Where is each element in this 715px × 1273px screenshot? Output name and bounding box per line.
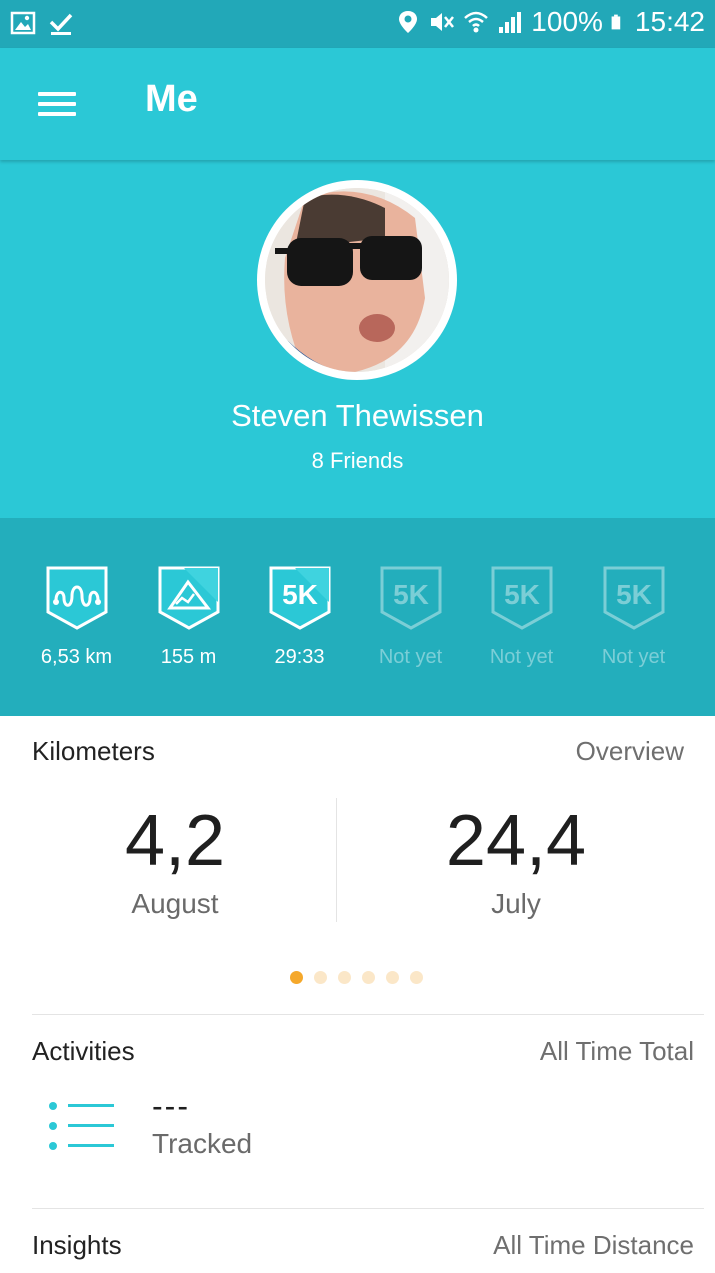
avatar[interactable] [257,180,457,380]
stat-divider [336,798,337,922]
badge-5k-text: 5K [504,579,540,610]
page-dot[interactable] [386,971,399,984]
insights-title: Insights [32,1230,122,1260]
all-time-total-link[interactable]: All Time Total [540,1036,694,1067]
badge-5k-locked[interactable]: 5K Not yet [578,562,689,669]
badge-elevation[interactable]: 155 m [133,562,244,669]
5k-badge-icon: 5K [380,566,441,630]
check-icon [49,13,73,35]
all-time-distance-link[interactable]: All Time Distance [493,1230,694,1261]
page-indicator [290,971,423,984]
status-bar: 100% 15:42 [0,0,715,48]
badge-label: 6,53 km [40,646,113,668]
wifi-icon [464,11,489,33]
page-dot[interactable] [314,971,327,984]
activities-title: Activities [32,1036,135,1066]
battery-percentage: 100% [531,6,603,37]
hamburger-menu-icon[interactable] [30,82,82,126]
5k-badge-icon: 5K [603,566,664,630]
badge-5k-text: 5K [393,579,429,610]
page-dot[interactable] [290,971,303,984]
clock: 15:42 [634,6,705,37]
avatar-photo [265,188,449,372]
stat-value-previous-month: 24,4 [445,801,587,881]
profile-header: Steven Thewissen 8 Friends [0,160,715,518]
distance-badge-icon [46,566,107,630]
image-icon [10,11,36,35]
app-bar: Me [0,48,715,160]
section-divider [32,1208,704,1209]
battery-icon [611,14,621,30]
page-dot[interactable] [362,971,375,984]
list-icon [49,1102,114,1150]
stat-label-current-month: August [131,888,219,919]
page-dot[interactable] [338,971,351,984]
5k-badge-icon: 5K [269,566,330,630]
badge-label: Not yet [601,646,666,668]
profile-name: Steven Thewissen [231,398,484,433]
stat-label-previous-month: July [491,888,541,919]
page-dot[interactable] [410,971,423,984]
signal-icon [499,12,522,33]
overview-link[interactable]: Overview [576,736,684,767]
elevation-badge-icon [158,566,219,630]
mute-icon [431,13,455,31]
activities-tracked-label: Tracked [152,1128,253,1159]
badge-label: Not yet [489,646,554,668]
section-divider [32,1014,704,1015]
5k-badge-icon: 5K [491,566,552,630]
activities-tracked-value: --- [152,1088,190,1124]
stat-value-current-month: 4,2 [124,801,226,881]
badge-label: 29:33 [274,646,325,668]
kilometers-title: Kilometers [32,736,155,766]
badge-distance[interactable]: 6,53 km [21,562,132,669]
friends-count[interactable]: 8 Friends [0,448,715,474]
badge-5k-text: 5K [282,579,318,610]
badge-5k-best[interactable]: 5K 29:33 [244,562,355,669]
badge-5k-text: 5K [616,579,652,610]
badge-5k-locked[interactable]: 5K Not yet [466,562,577,669]
page-title: Me [145,78,198,120]
badge-label: 155 m [160,646,217,668]
badge-label: Not yet [378,646,443,668]
badge-5k-locked[interactable]: 5K Not yet [355,562,466,669]
location-icon [399,11,418,33]
achievement-badges: 6,53 km 155 m 5K 29:33 5K Not yet 5K Not… [0,518,715,716]
